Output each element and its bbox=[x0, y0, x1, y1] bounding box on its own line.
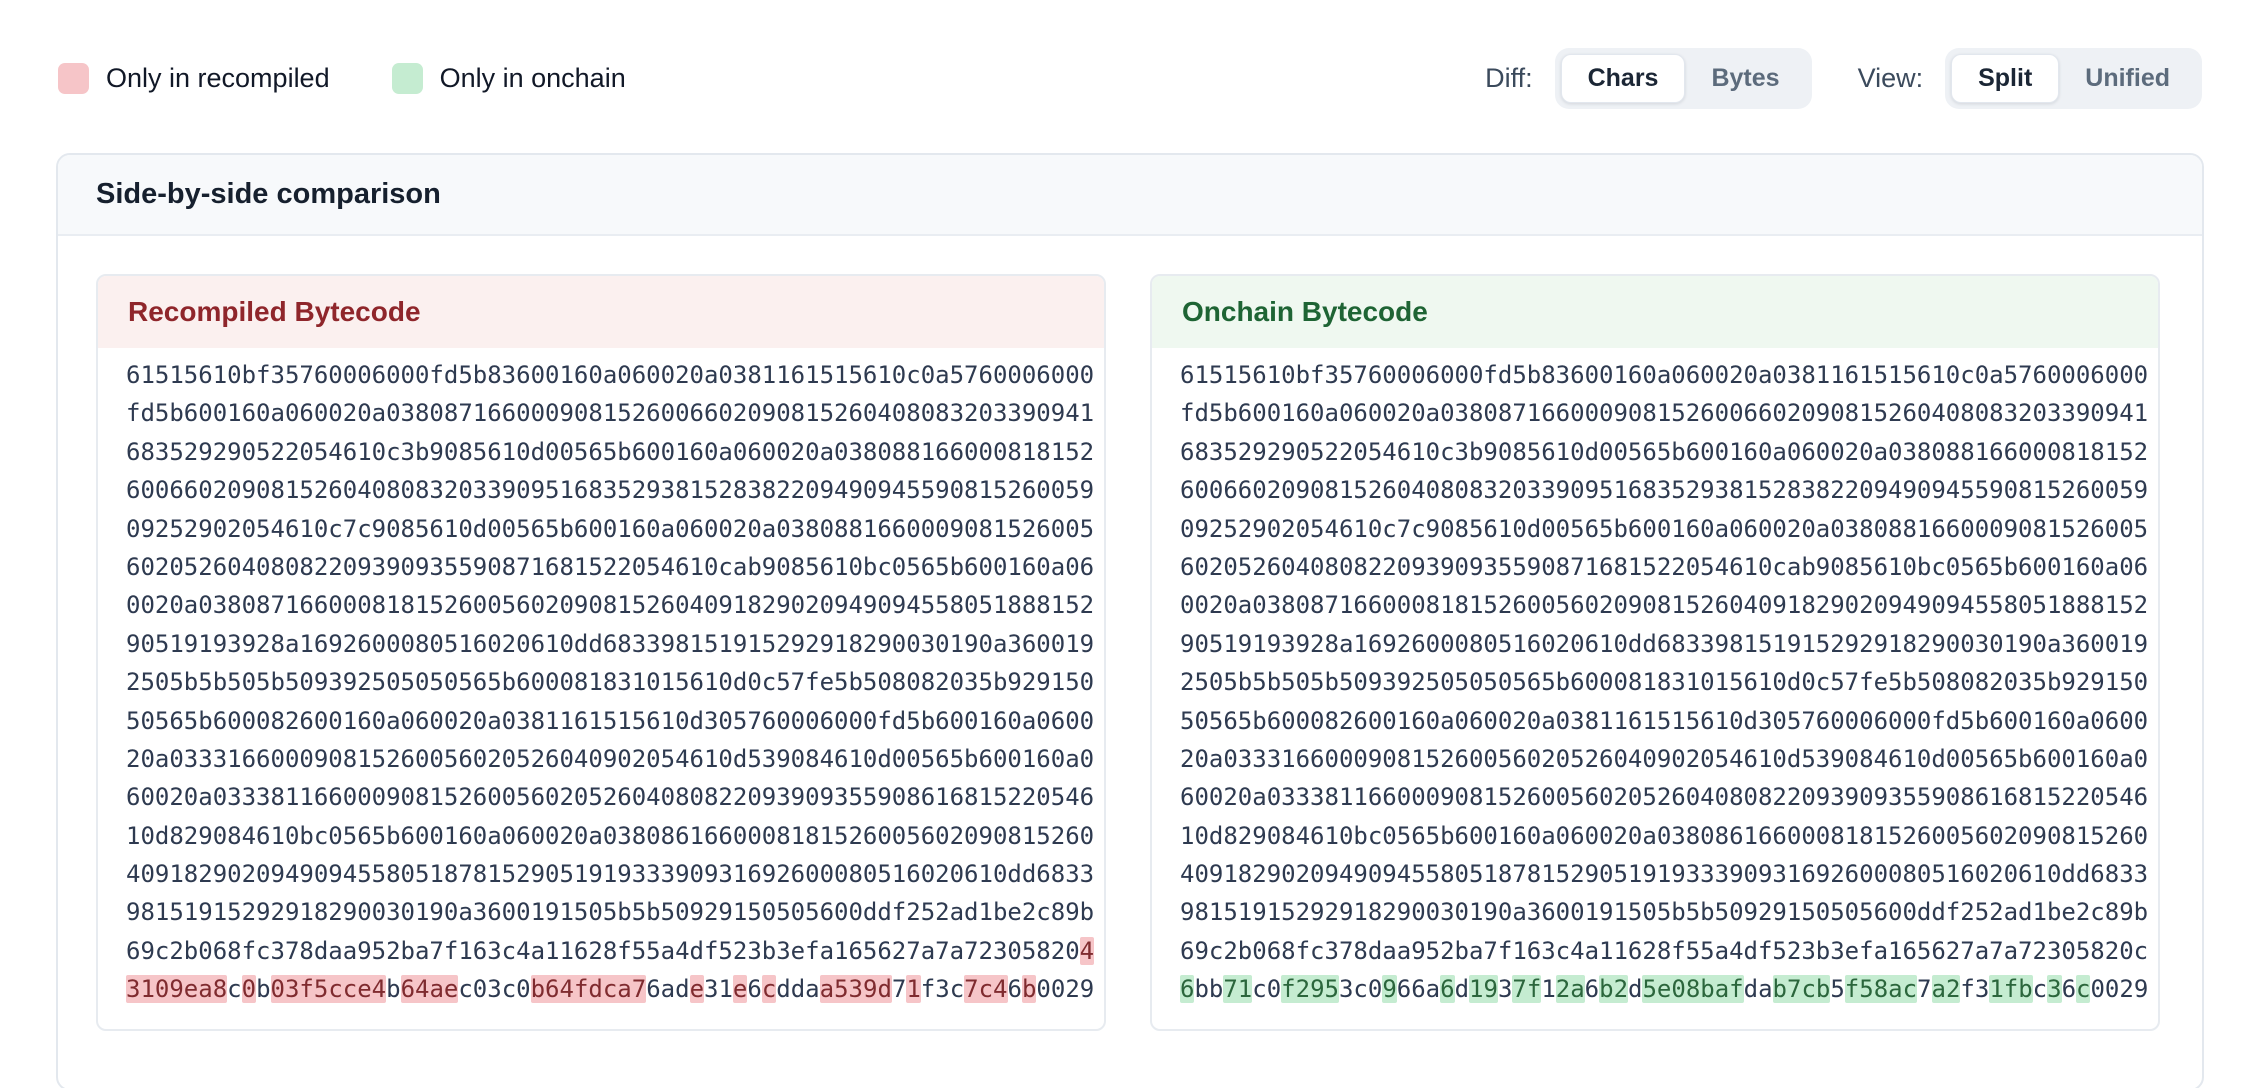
bytecode-line: 09252902054610c7c9085610d00565b600160a06… bbox=[126, 510, 1094, 548]
bytecode-line: 683529290522054610c3b9085610d00565b60016… bbox=[1180, 433, 2148, 471]
bytecode-line: 6006602090815260408083203390951683529381… bbox=[1180, 471, 2148, 509]
bytecode-line: 61515610bf35760006000fd5b83600160a060020… bbox=[1180, 356, 2148, 394]
bytecode-line: 6006602090815260408083203390951683529381… bbox=[126, 471, 1094, 509]
onchain-color-swatch-icon bbox=[392, 63, 423, 94]
bytecode-line: 60020a0333811660009081526005602052604080… bbox=[1180, 778, 2148, 816]
view-split-button[interactable]: Split bbox=[1951, 54, 2059, 103]
diff-mode-label: Diff: bbox=[1485, 63, 1533, 94]
view-controls: Diff: Chars Bytes View: Split Unified bbox=[1485, 48, 2202, 109]
bytecode-line: 50565b600082600160a060020a0381161515610d… bbox=[1180, 702, 2148, 740]
legend-onchain-label: Only in onchain bbox=[440, 63, 626, 94]
diff-legend: Only in recompiled Only in onchain bbox=[58, 63, 626, 94]
legend-item-onchain: Only in onchain bbox=[392, 63, 626, 94]
view-mode-toggle: Split Unified bbox=[1945, 48, 2202, 109]
bytecode-line: 4091829020949094558051878152905191933390… bbox=[126, 855, 1094, 893]
bytecode-line: 98151915292918290030190a3600191505b5b509… bbox=[1180, 893, 2148, 931]
bytecode-line: 6020526040808220939093559087168152205461… bbox=[1180, 548, 2148, 586]
legend-recompiled-label: Only in recompiled bbox=[106, 63, 330, 94]
bytecode-line: 2505b5b505b509392505050565b6000818310156… bbox=[1180, 663, 2148, 701]
bytecode-line: 69c2b068fc378daa952ba7f163c4a11628f55a4d… bbox=[1180, 932, 2148, 970]
top-bar: Only in recompiled Only in onchain Diff:… bbox=[0, 0, 2260, 109]
diff-chars-button[interactable]: Chars bbox=[1561, 54, 1686, 103]
bytecode-line: 20a0333166000908152600560205260409020546… bbox=[126, 740, 1094, 778]
view-mode-label: View: bbox=[1858, 63, 1924, 94]
bytecode-line: 3109ea8c0b03f5cce4b64aec03c0b64fdca76ade… bbox=[126, 970, 1094, 1008]
diff-bytes-button[interactable]: Bytes bbox=[1685, 54, 1805, 103]
bytecode-line: 2505b5b505b509392505050565b6000818310156… bbox=[126, 663, 1094, 701]
recompiled-color-swatch-icon bbox=[58, 63, 89, 94]
recompiled-bytecode-panel: Recompiled Bytecode 61515610bf3576000600… bbox=[96, 274, 1106, 1031]
comparison-card: Side-by-side comparison Recompiled Bytec… bbox=[56, 153, 2204, 1088]
bytecode-line: 50565b600082600160a060020a0381161515610d… bbox=[126, 702, 1094, 740]
bytecode-line: 0020a03808716600081815260056020908152604… bbox=[126, 586, 1094, 624]
bytecode-line: 4091829020949094558051878152905191933390… bbox=[1180, 855, 2148, 893]
bytecode-line: 20a0333166000908152600560205260409020546… bbox=[1180, 740, 2148, 778]
bytecode-line: 10d829084610bc0565b600160a060020a0380861… bbox=[1180, 817, 2148, 855]
bytecode-line: 98151915292918290030190a3600191505b5b509… bbox=[126, 893, 1094, 931]
bytecode-line: 90519193928a1692600080516020610dd6833981… bbox=[1180, 625, 2148, 663]
onchain-panel-title: Onchain Bytecode bbox=[1152, 276, 2158, 348]
bytecode-line: fd5b600160a060020a0380871660009081526006… bbox=[1180, 394, 2148, 432]
comparison-card-header: Side-by-side comparison bbox=[58, 155, 2202, 236]
bytecode-line: 60020a0333811660009081526005602052604080… bbox=[126, 778, 1094, 816]
legend-item-recompiled: Only in recompiled bbox=[58, 63, 330, 94]
view-unified-button[interactable]: Unified bbox=[2059, 54, 2196, 103]
comparison-card-body: Recompiled Bytecode 61515610bf3576000600… bbox=[58, 236, 2202, 1088]
bytecode-line: 09252902054610c7c9085610d00565b600160a06… bbox=[1180, 510, 2148, 548]
bytecode-line: fd5b600160a060020a0380871660009081526006… bbox=[126, 394, 1094, 432]
bytecode-line: 0020a03808716600081815260056020908152604… bbox=[1180, 586, 2148, 624]
recompiled-panel-title: Recompiled Bytecode bbox=[98, 276, 1104, 348]
bytecode-line: 683529290522054610c3b9085610d00565b60016… bbox=[126, 433, 1094, 471]
recompiled-bytecode-text: 61515610bf35760006000fd5b83600160a060020… bbox=[98, 348, 1104, 1029]
bytecode-line: 6bb71c0f2953c0966a6d1937f12a6b2d5e08bafd… bbox=[1180, 970, 2148, 1008]
comparison-card-title: Side-by-side comparison bbox=[96, 178, 2164, 211]
bytecode-line: 6020526040808220939093559087168152205461… bbox=[126, 548, 1094, 586]
bytecode-line: 90519193928a1692600080516020610dd6833981… bbox=[126, 625, 1094, 663]
onchain-bytecode-text: 61515610bf35760006000fd5b83600160a060020… bbox=[1152, 348, 2158, 1029]
diff-mode-toggle: Chars Bytes bbox=[1555, 48, 1812, 109]
bytecode-line: 69c2b068fc378daa952ba7f163c4a11628f55a4d… bbox=[126, 932, 1094, 970]
onchain-bytecode-panel: Onchain Bytecode 61515610bf35760006000fd… bbox=[1150, 274, 2160, 1031]
bytecode-line: 10d829084610bc0565b600160a060020a0380861… bbox=[126, 817, 1094, 855]
bytecode-line: 61515610bf35760006000fd5b83600160a060020… bbox=[126, 356, 1094, 394]
